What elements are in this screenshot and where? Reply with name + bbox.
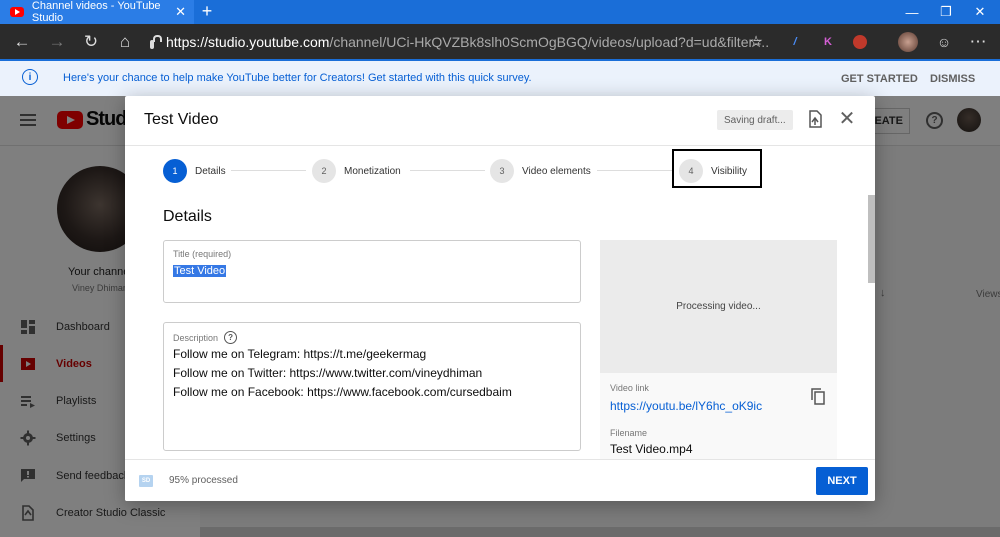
description-field-label: Description [173, 332, 219, 343]
next-button[interactable]: NEXT [816, 467, 868, 495]
title-input-value[interactable]: Test Video [173, 265, 227, 277]
description-field[interactable]: Description ? Follow me on Telegram: htt… [163, 322, 581, 451]
favorite-star-icon[interactable]: ☆ [744, 30, 768, 54]
dialog-scrollbar[interactable] [868, 195, 875, 283]
copy-icon[interactable] [811, 388, 825, 405]
title-field-label: Title (required) [173, 249, 232, 259]
window-close-button[interactable]: ✕ [963, 0, 997, 24]
more-options-icon[interactable]: ⋯ [966, 30, 990, 54]
dialog-footer: SD 95% processed NEXT [125, 459, 875, 501]
profile-avatar[interactable] [898, 32, 918, 52]
survey-banner: i Here's your chance to help make YouTub… [0, 59, 1000, 96]
saving-status-badge: Saving draft... [717, 110, 793, 130]
upload-dialog: Test Video Saving draft... ✕ 1 Details 2… [125, 96, 875, 501]
title-field[interactable]: Title (required) Test Video [163, 240, 581, 303]
dialog-title: Test Video [144, 111, 219, 128]
description-line: Follow me on Telegram: https://t.me/geek… [173, 347, 427, 361]
step-details[interactable]: 1 Details [163, 159, 226, 183]
quality-badge: SD [139, 475, 153, 487]
step-label: Video elements [522, 165, 591, 177]
refresh-icon[interactable]: ↻ [79, 30, 103, 54]
minimize-button[interactable]: — [895, 0, 929, 24]
tab-title: Channel videos - YouTube Studio [31, 0, 161, 24]
processing-text: Processing video... [676, 301, 761, 312]
step-number: 1 [163, 159, 187, 183]
tab-close-icon[interactable]: ✕ [175, 4, 186, 20]
step-connector [597, 170, 672, 171]
video-link[interactable]: https://youtu.be/lY6hc_oK9ic [610, 399, 762, 413]
video-link-label: Video link [610, 383, 649, 393]
section-title: Details [163, 208, 212, 225]
report-issue-icon[interactable] [807, 109, 823, 129]
address-toolbar: ← → ↻ ⌂ https://studio.youtube.com/chann… [0, 24, 1000, 59]
extension-pen-icon[interactable]: / [786, 33, 804, 51]
description-field-label-row: Description ? [173, 331, 238, 344]
back-arrow-icon[interactable]: ← [10, 30, 34, 54]
dialog-divider [125, 145, 875, 146]
lock-icon [150, 34, 162, 49]
step-label: Details [195, 165, 226, 177]
get-started-button[interactable]: GET STARTED [841, 73, 918, 85]
close-icon[interactable]: ✕ [837, 108, 857, 130]
url-domain: https://studio.youtube.com [166, 34, 330, 50]
step-number: 2 [312, 159, 336, 183]
address-bar[interactable]: https://studio.youtube.com/channel/UCi-H… [150, 31, 770, 53]
maximize-button[interactable]: ❐ [929, 0, 963, 24]
visibility-step-highlight [672, 149, 762, 188]
step-label: Monetization [344, 165, 401, 177]
forward-arrow-icon[interactable]: → [45, 30, 69, 54]
step-connector [231, 170, 306, 171]
help-question-icon[interactable]: ? [224, 331, 238, 344]
extension-record-icon[interactable] [853, 35, 867, 49]
video-preview-panel: Processing video... Video link https://y… [600, 240, 837, 460]
youtube-favicon-icon [10, 7, 24, 17]
banner-message: Here's your chance to help make YouTube … [63, 72, 532, 84]
step-monetization[interactable]: 2 Monetization [312, 159, 401, 183]
browser-tab-bar: Channel videos - YouTube Studio ✕ + — ❐ … [0, 0, 1000, 24]
step-number: 3 [490, 159, 514, 183]
feedback-smiley-icon[interactable]: ☺ [932, 30, 956, 54]
step-connector [410, 170, 485, 171]
description-line: Follow me on Twitter: https://www.twitte… [173, 366, 483, 380]
browser-tab[interactable]: Channel videos - YouTube Studio ✕ [0, 0, 194, 24]
dismiss-button[interactable]: DISMISS [930, 73, 975, 85]
description-line: Follow me on Facebook: https://www.faceb… [173, 385, 512, 399]
url-path: /channel/UCi-HkQVZBk8slh0ScmOgBGQ/videos… [329, 34, 770, 50]
filename-value: Test Video.mp4 [610, 442, 693, 456]
home-icon[interactable]: ⌂ [113, 30, 137, 54]
video-thumbnail: Processing video... [600, 240, 837, 373]
extension-k-icon[interactable]: K [819, 33, 837, 51]
step-video-elements[interactable]: 3 Video elements [490, 159, 591, 183]
info-icon: i [22, 69, 38, 85]
new-tab-button[interactable]: + [198, 1, 216, 22]
filename-label: Filename [610, 428, 648, 438]
processing-status: 95% processed [169, 475, 238, 486]
